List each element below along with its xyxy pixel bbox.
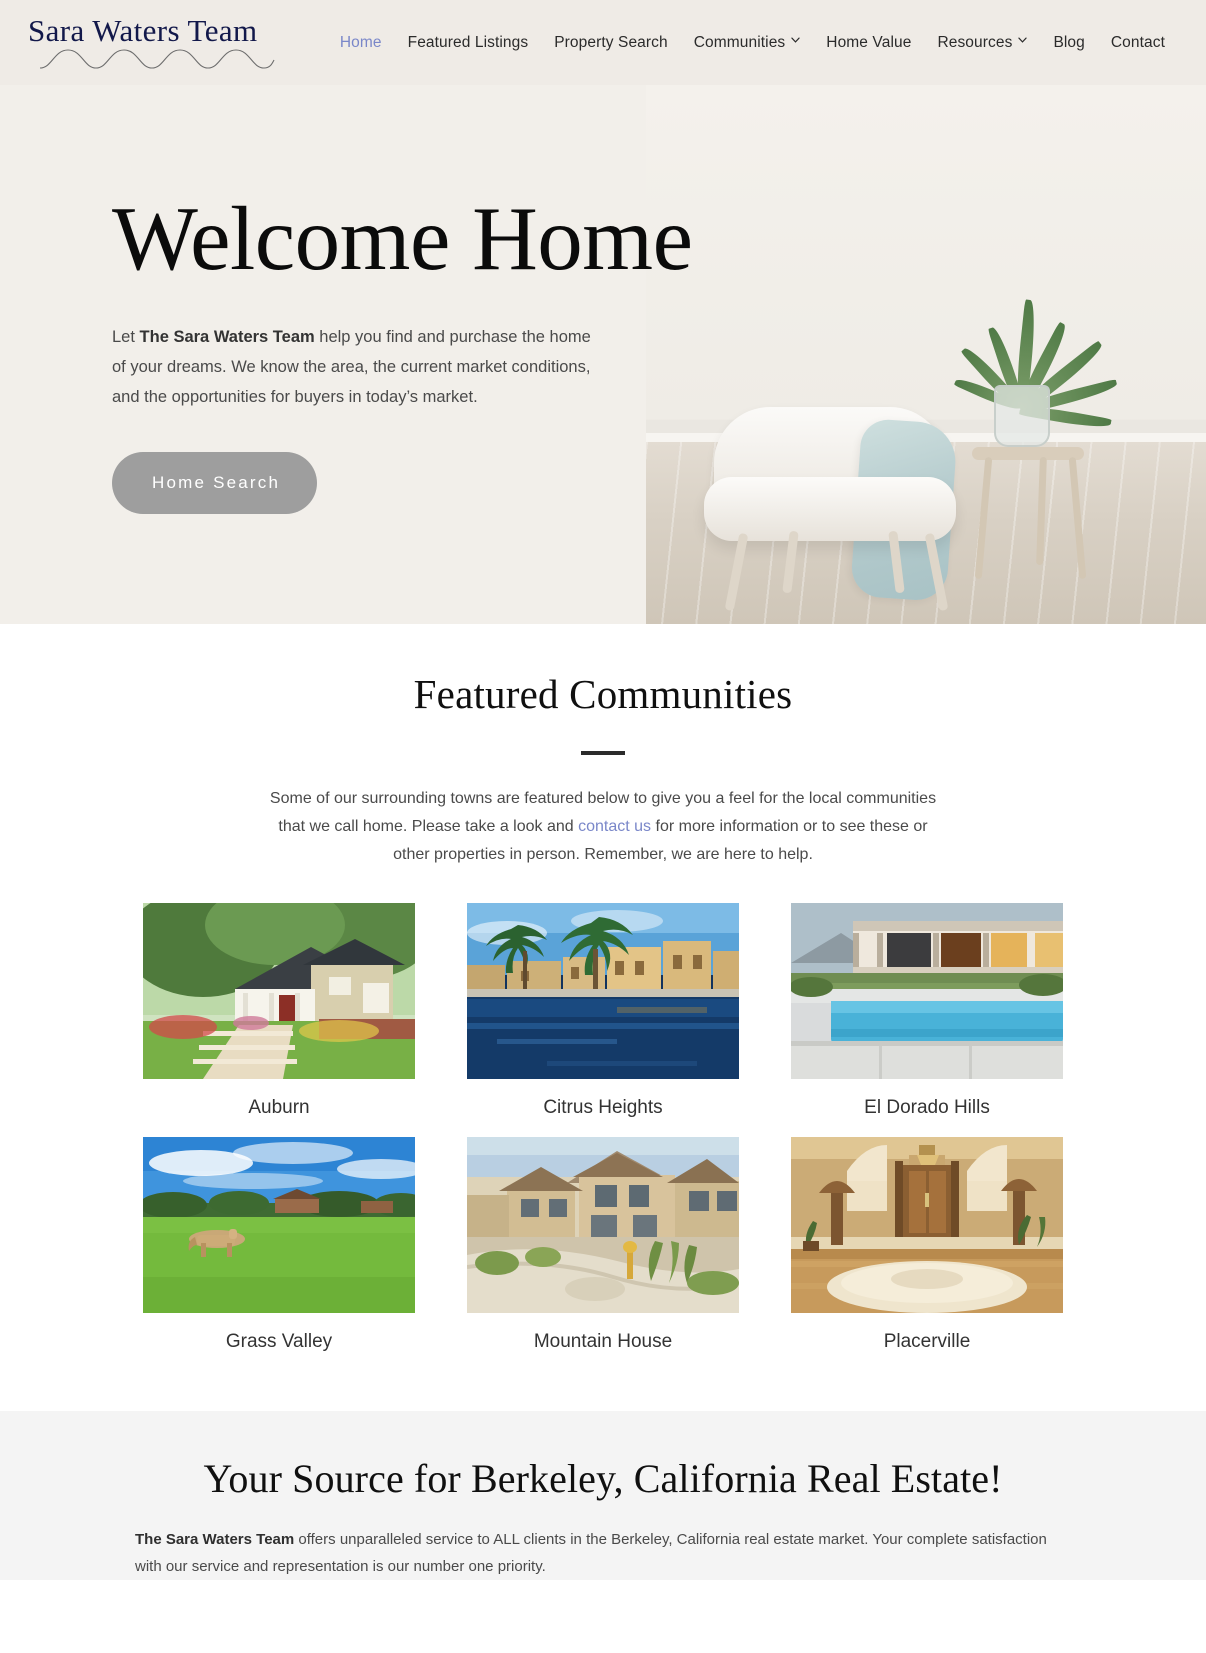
nav-item-contact[interactable]: Contact xyxy=(1098,28,1178,58)
community-card-citrus-heights[interactable]: Citrus Heights xyxy=(467,903,739,1119)
main-navigation: Home Featured Listings Property Search C… xyxy=(288,28,1182,58)
community-image-mountain-house xyxy=(467,1137,739,1313)
community-card-mountain-house[interactable]: Mountain House xyxy=(467,1137,739,1353)
hero-paragraph-pre: Let xyxy=(112,328,140,346)
nav-item-label: Resources xyxy=(937,33,1013,51)
logo-wordmark: Sara Waters Team xyxy=(28,13,258,49)
nav-item-communities[interactable]: Communities xyxy=(681,28,814,58)
hero-content: Welcome Home Let The Sara Waters Team he… xyxy=(0,85,693,514)
band-paragraph: The Sara Waters Team offers unparalleled… xyxy=(135,1526,1071,1580)
nav-item-home-value[interactable]: Home Value xyxy=(813,28,924,58)
nav-item-label: Featured Listings xyxy=(407,33,529,51)
wave-flourish-icon xyxy=(39,49,275,69)
hero-section: Welcome Home Let The Sara Waters Team he… xyxy=(0,85,1206,624)
community-image-citrus-heights xyxy=(467,903,739,1079)
hero-paragraph: Let The Sara Waters Team help you find a… xyxy=(112,322,598,412)
community-card-placerville[interactable]: Placerville xyxy=(791,1137,1063,1353)
community-image-auburn xyxy=(143,903,415,1079)
section-intro: Some of our surrounding towns are featur… xyxy=(263,785,943,869)
chevron-down-icon xyxy=(791,37,800,46)
nav-item-home[interactable]: Home xyxy=(327,28,395,58)
community-card-auburn[interactable]: Auburn xyxy=(143,903,415,1119)
band-title: Your Source for Berkeley, California Rea… xyxy=(203,1456,1003,1501)
nav-item-blog[interactable]: Blog xyxy=(1040,28,1097,58)
nav-item-property-search[interactable]: Property Search xyxy=(541,28,681,58)
community-label: Auburn xyxy=(248,1097,310,1118)
band-paragraph-brand: The Sara Waters Team xyxy=(135,1531,295,1548)
source-band-section: Your Source for Berkeley, California Rea… xyxy=(0,1411,1206,1580)
nav-item-label: Property Search xyxy=(554,33,668,51)
home-search-button[interactable]: Home Search xyxy=(112,452,318,514)
featured-communities-section: Featured Communities Some of our surroun… xyxy=(0,624,1206,1411)
hero-paragraph-brand: The Sara Waters Team xyxy=(139,328,315,346)
nav-item-label: Home xyxy=(339,33,382,51)
community-label: Mountain House xyxy=(533,1331,673,1352)
community-label: Placerville xyxy=(883,1331,971,1352)
chevron-down-icon xyxy=(1018,37,1028,46)
community-card-el-dorado-hills[interactable]: El Dorado Hills xyxy=(791,903,1063,1119)
hero-title: Welcome Home xyxy=(112,188,693,289)
site-logo[interactable]: Sara Waters Team xyxy=(28,13,288,72)
nav-item-label: Blog xyxy=(1053,33,1085,51)
section-divider xyxy=(581,751,625,755)
community-image-placerville xyxy=(791,1137,1063,1313)
community-image-grass-valley xyxy=(143,1137,415,1313)
community-label: Grass Valley xyxy=(225,1331,333,1352)
hero-image xyxy=(646,85,1206,624)
communities-grid: Auburn Citrus Heights El Dorado Hills Gr… xyxy=(143,903,1063,1353)
community-label: El Dorado Hills xyxy=(864,1097,990,1118)
nav-item-label: Communities xyxy=(693,33,786,51)
hero-vase xyxy=(994,385,1050,447)
community-card-grass-valley[interactable]: Grass Valley xyxy=(143,1137,415,1353)
nav-item-label: Home Value xyxy=(826,33,912,51)
nav-item-label: Contact xyxy=(1110,33,1165,51)
contact-us-link[interactable]: contact us xyxy=(578,818,651,835)
site-header: Sara Waters Team Home Featured Listings … xyxy=(0,0,1206,85)
nav-item-featured-listings[interactable]: Featured Listings xyxy=(395,28,542,58)
nav-item-resources[interactable]: Resources xyxy=(924,28,1040,58)
community-image-el-dorado-hills xyxy=(791,903,1063,1079)
section-title: Featured Communities xyxy=(413,671,793,717)
community-label: Citrus Heights xyxy=(543,1097,663,1118)
